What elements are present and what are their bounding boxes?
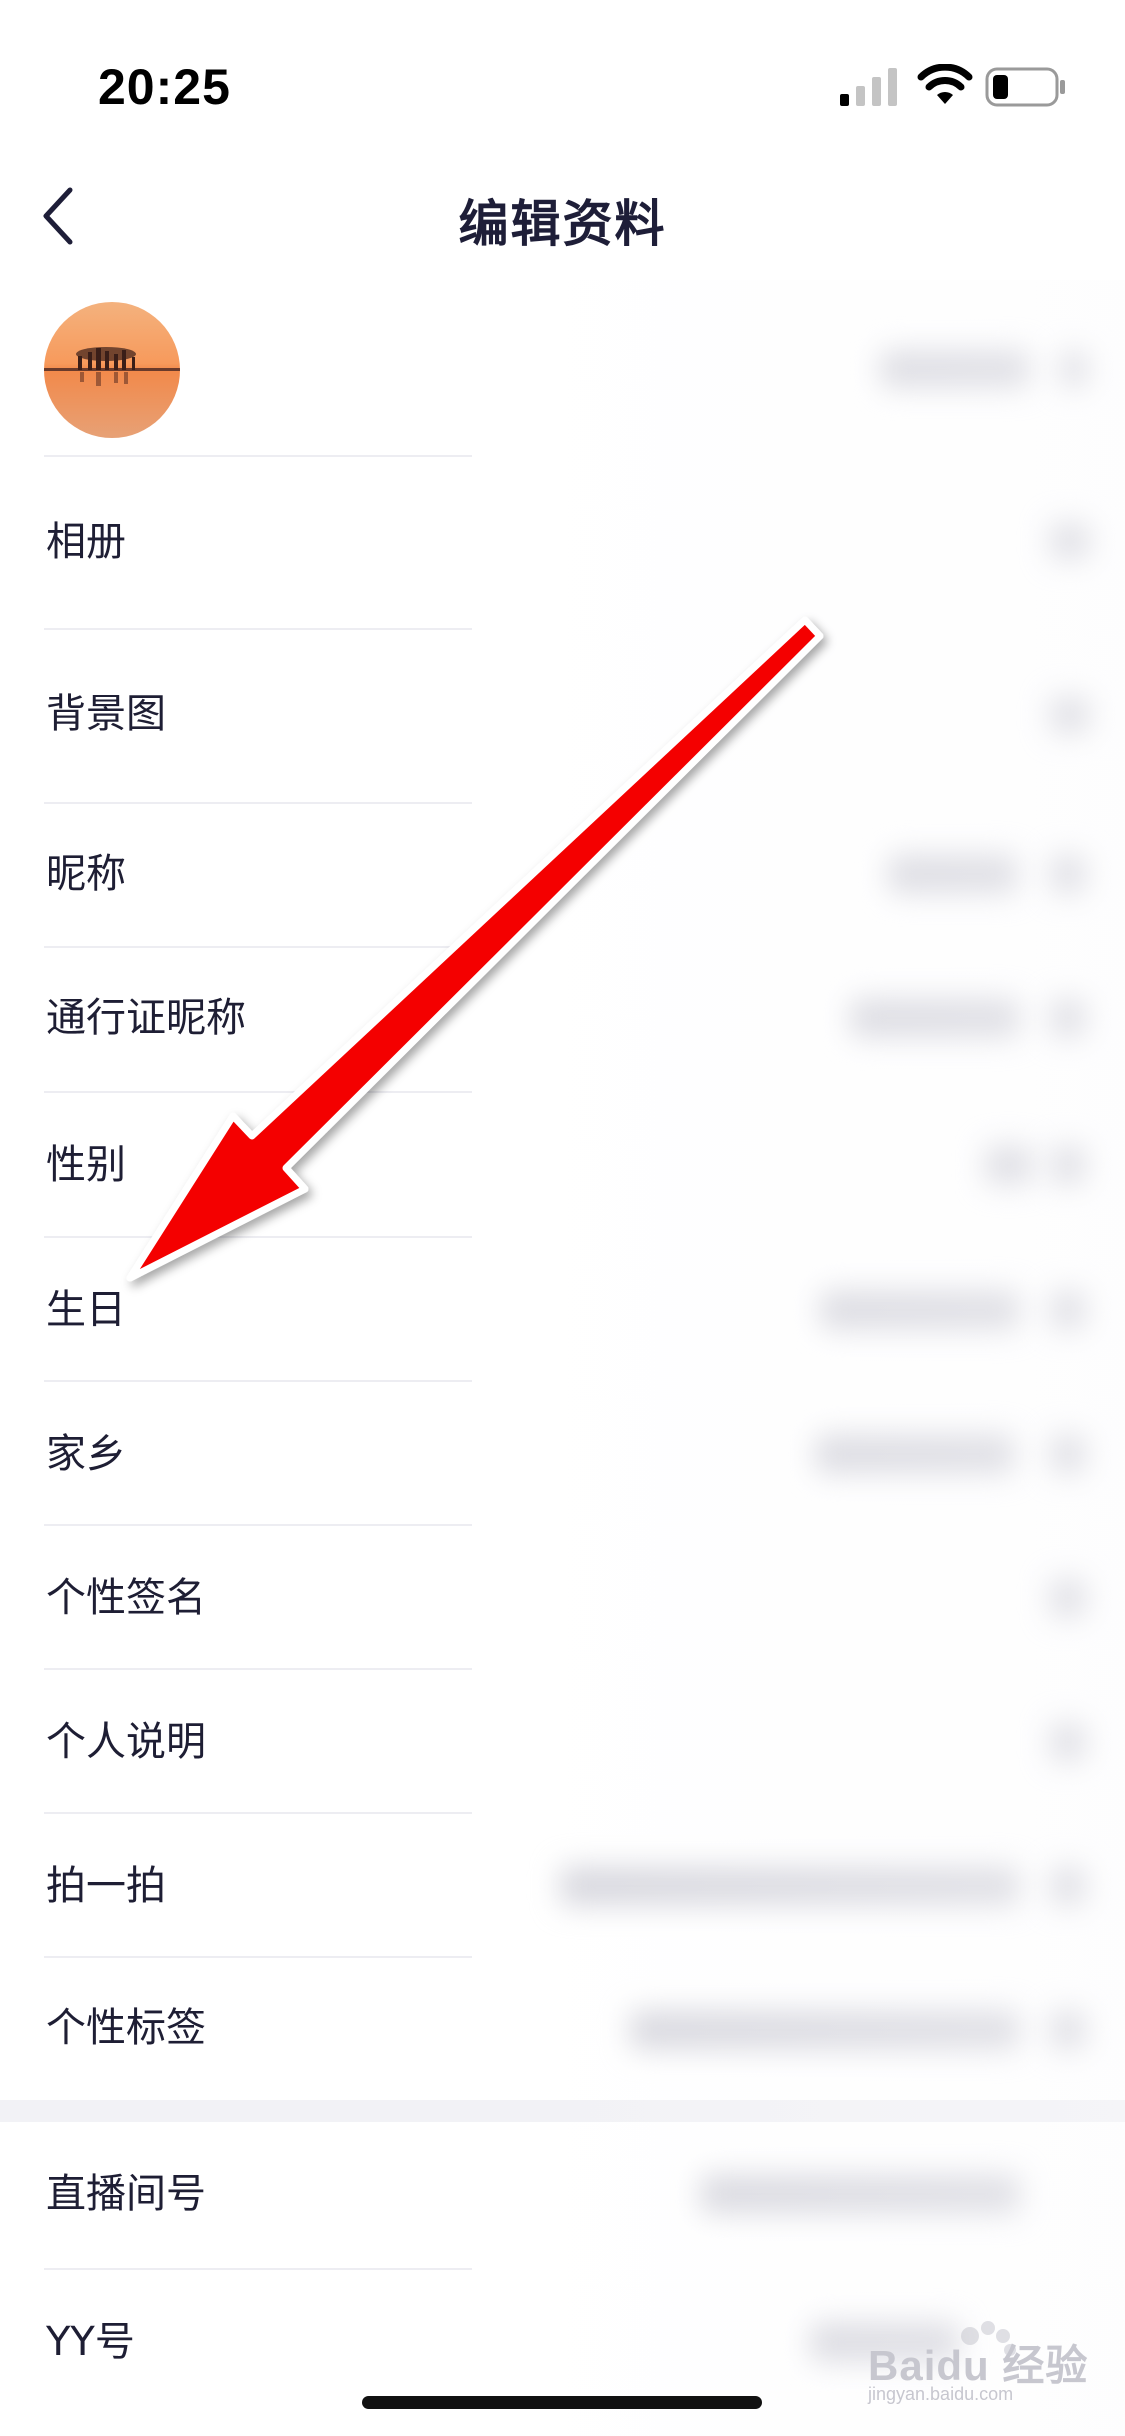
nickname-value-blurred	[888, 854, 1018, 894]
row-label: YY号	[46, 2319, 135, 2365]
row-label: 通行证昵称	[46, 995, 246, 1041]
chevron-right-icon	[1050, 2010, 1086, 2050]
nav-bar: 编辑资料	[0, 150, 1125, 280]
row-label: 个人说明	[46, 1719, 206, 1765]
page-title: 编辑资料	[458, 195, 667, 253]
avatar-image	[44, 302, 180, 438]
battery-icon	[985, 67, 1065, 107]
watermark-sub: jingyan.baidu.com	[868, 2384, 1014, 2404]
list-row-signature[interactable]: 个性签名	[0, 1526, 1125, 1669]
chevron-right-icon	[1050, 1578, 1086, 1618]
hometown-value-blurred	[815, 1434, 1015, 1474]
list-row-pat[interactable]: 拍一拍	[0, 1814, 1125, 1957]
list-row-description[interactable]: 个人说明	[0, 1670, 1125, 1813]
chevron-right-icon	[1050, 854, 1086, 894]
status-bar: 20:25	[0, 0, 1125, 150]
chevron-right-icon	[1050, 1434, 1086, 1474]
signal-icon	[840, 68, 897, 106]
list-row-gender[interactable]: 性别	[0, 1093, 1125, 1236]
list-row-birthday[interactable]: 生日	[0, 1238, 1125, 1381]
avatar-value-blurred	[880, 350, 1030, 388]
chevron-right-icon	[1050, 1866, 1086, 1906]
tags-value-blurred	[630, 2010, 1020, 2050]
home-indicator[interactable]	[362, 2396, 762, 2409]
chevron-right-icon	[1050, 1290, 1086, 1330]
chevron-right-icon	[1050, 998, 1086, 1038]
row-label: 直播间号	[46, 2171, 206, 2217]
row-label: 背景图	[46, 691, 166, 737]
list-row-tags[interactable]: 个性标签	[0, 1958, 1125, 2100]
birthday-value-blurred	[820, 1290, 1020, 1330]
row-label: 拍一拍	[46, 1863, 166, 1909]
row-label: 个性标签	[46, 2005, 206, 2051]
wifi-icon	[917, 64, 973, 104]
row-label: 家乡	[46, 1431, 126, 1477]
chevron-right-icon	[1050, 696, 1090, 734]
list-row-album[interactable]: 相册	[0, 456, 1125, 628]
chevron-right-icon	[1050, 522, 1090, 560]
list-row-nickname[interactable]: 昵称	[0, 804, 1125, 947]
chevron-right-icon	[1050, 1722, 1086, 1762]
section-gap	[0, 2100, 1125, 2122]
list-row-hometown[interactable]: 家乡	[0, 1382, 1125, 1525]
avatar[interactable]	[44, 302, 180, 438]
chevron-right-icon	[1050, 1145, 1086, 1185]
list-row-background[interactable]: 背景图	[0, 630, 1125, 802]
row-label: 性别	[46, 1142, 126, 1188]
gender-value-blurred	[985, 1145, 1033, 1185]
row-label: 昵称	[46, 851, 126, 897]
chevron-right-icon	[1060, 350, 1088, 388]
row-label: 相册	[46, 519, 126, 565]
list-row-live-room-id[interactable]: 直播间号	[0, 2122, 1125, 2268]
row-label: 个性签名	[46, 1575, 206, 1621]
live-room-id-value-blurred	[700, 2174, 1020, 2214]
avatar-row[interactable]	[0, 280, 1125, 456]
passport-nickname-value-blurred	[850, 998, 1020, 1038]
pat-value-blurred	[560, 1866, 1020, 1906]
row-label: 生日	[46, 1287, 126, 1333]
status-time: 20:25	[98, 59, 231, 115]
list-row-passport-nickname[interactable]: 通行证昵称	[0, 948, 1125, 1091]
